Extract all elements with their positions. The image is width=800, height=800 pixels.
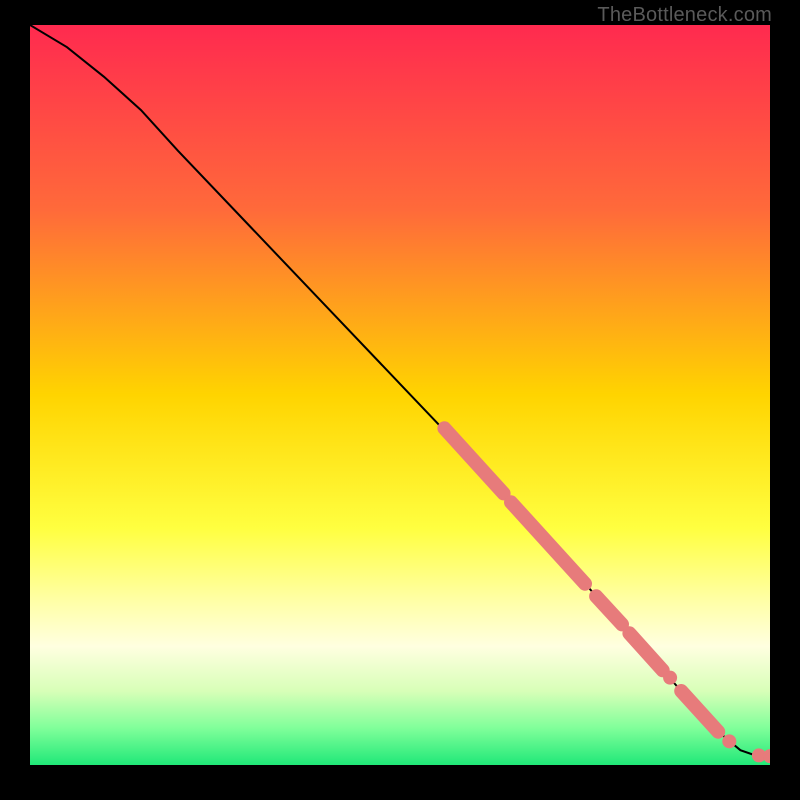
watermark-text: TheBottleneck.com xyxy=(597,4,772,27)
chart-plot-area xyxy=(30,25,770,765)
highlight-dot xyxy=(722,734,736,748)
chart-svg xyxy=(30,25,770,765)
chart-background xyxy=(30,25,770,765)
highlight-dot xyxy=(663,671,677,685)
